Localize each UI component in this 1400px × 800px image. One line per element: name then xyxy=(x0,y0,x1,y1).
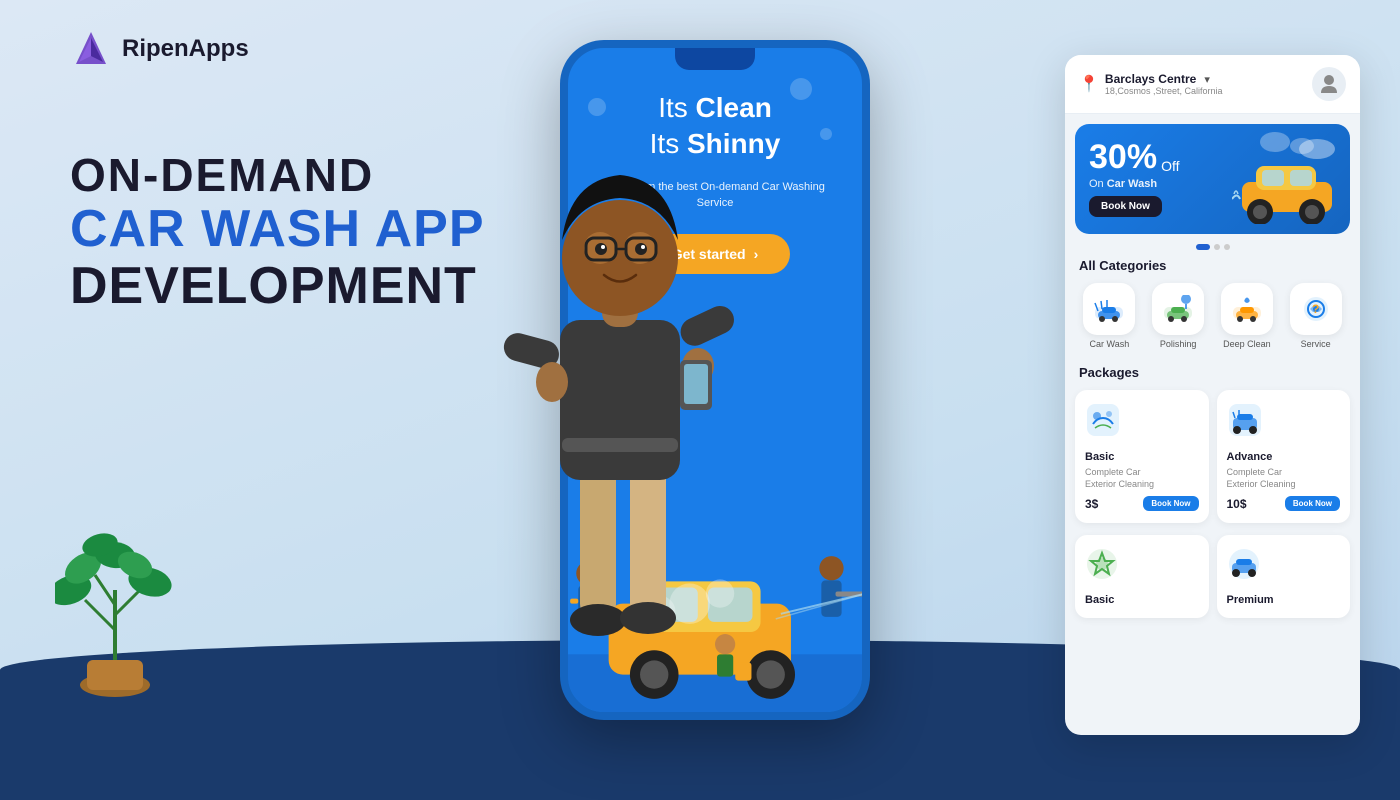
plant-decoration xyxy=(55,530,175,700)
location-icon: 📍 xyxy=(1079,74,1099,94)
packages-grid: Basic Complete CarExterior Cleaning 3$ B… xyxy=(1065,386,1360,531)
advance-price: 10$ xyxy=(1227,497,1247,511)
dot-2 xyxy=(1214,244,1220,250)
premium-name: Premium xyxy=(1227,594,1274,606)
app-location: 📍 Barclays Centre ▾ 18,Cosmos ,Street, C… xyxy=(1079,72,1222,96)
premium-icon xyxy=(1227,547,1261,588)
cloud-1 xyxy=(1260,132,1290,152)
location-name: Barclays Centre xyxy=(1105,72,1196,86)
polishing-icon-box xyxy=(1152,283,1204,335)
service-label: Service xyxy=(1301,339,1331,349)
bubble-2 xyxy=(820,128,832,140)
hero-line2: CAR WASH APP xyxy=(70,201,485,258)
basic-name: Basic xyxy=(1085,451,1199,463)
categories-grid: Car Wash Polishing xyxy=(1065,279,1360,357)
hero-line3: DEVELOPMENT xyxy=(70,258,485,315)
app-ui-panel: 📍 Barclays Centre ▾ 18,Cosmos ,Street, C… xyxy=(1065,55,1360,735)
category-deep-clean[interactable]: Deep Clean xyxy=(1221,283,1273,349)
phone-notch xyxy=(675,48,755,70)
advance-icon xyxy=(1227,402,1341,445)
basic-footer: 3$ Book Now xyxy=(1085,496,1199,511)
package-advance[interactable]: Advance Complete CarExterior Cleaning 10… xyxy=(1217,390,1351,523)
category-polishing[interactable]: Polishing xyxy=(1152,283,1204,349)
basic-icon xyxy=(1085,402,1199,445)
car-wash-label: Car Wash xyxy=(1090,339,1130,349)
user-avatar[interactable] xyxy=(1312,67,1346,101)
person-3d-character xyxy=(480,120,760,680)
logo-area: RipenApps xyxy=(70,28,249,70)
dot-1 xyxy=(1196,244,1210,250)
bubble-1 xyxy=(588,98,606,116)
package-premium[interactable]: Premium xyxy=(1217,535,1351,618)
basic2-icon xyxy=(1085,547,1119,588)
basic-desc: Complete CarExterior Cleaning xyxy=(1085,467,1199,490)
location-address: 18,Cosmos ,Street, California xyxy=(1105,86,1223,96)
advance-book-button[interactable]: Book Now xyxy=(1285,496,1340,511)
location-dropdown-arrow[interactable]: ▾ xyxy=(1204,73,1210,86)
bubble-3 xyxy=(790,78,812,100)
deep-clean-label: Deep Clean xyxy=(1223,339,1271,349)
category-service[interactable]: ? Service xyxy=(1290,283,1342,349)
basic-book-button[interactable]: Book Now xyxy=(1143,496,1198,511)
promo-book-button[interactable]: Book Now xyxy=(1089,196,1162,217)
service-icon-box: ? xyxy=(1290,283,1342,335)
promo-off: Off xyxy=(1161,158,1179,174)
hero-text-block: ON-DEMAND CAR WASH APP DEVELOPMENT xyxy=(70,150,485,315)
package-basic-2[interactable]: Basic xyxy=(1075,535,1209,618)
hero-line1: ON-DEMAND xyxy=(70,150,485,201)
polishing-label: Polishing xyxy=(1160,339,1197,349)
packages-title: Packages xyxy=(1065,357,1360,386)
logo-icon xyxy=(70,28,112,70)
basic-price: 3$ xyxy=(1085,497,1098,511)
car-wash-icon-box xyxy=(1083,283,1135,335)
categories-title: All Categories xyxy=(1065,250,1360,279)
app-header: 📍 Barclays Centre ▾ 18,Cosmos ,Street, C… xyxy=(1065,55,1360,114)
svg-text:?: ? xyxy=(1312,302,1319,316)
packages-grid-2: Basic Premium xyxy=(1065,531,1360,626)
location-info: Barclays Centre ▾ 18,Cosmos ,Street, Cal… xyxy=(1105,72,1223,96)
advance-footer: 10$ Book Now xyxy=(1227,496,1341,511)
dot-3 xyxy=(1224,244,1230,250)
package-basic[interactable]: Basic Complete CarExterior Cleaning 3$ B… xyxy=(1075,390,1209,523)
promo-banner: 30% Off On Car Wash Book Now xyxy=(1075,124,1350,234)
deep-clean-icon-box xyxy=(1221,283,1273,335)
logo-text: RipenApps xyxy=(122,35,249,63)
category-car-wash[interactable]: Car Wash xyxy=(1083,283,1135,349)
basic2-name: Basic xyxy=(1085,594,1114,606)
advance-desc: Complete CarExterior Cleaning xyxy=(1227,467,1341,490)
promo-percent: 30% xyxy=(1089,140,1157,174)
advance-name: Advance xyxy=(1227,451,1341,463)
